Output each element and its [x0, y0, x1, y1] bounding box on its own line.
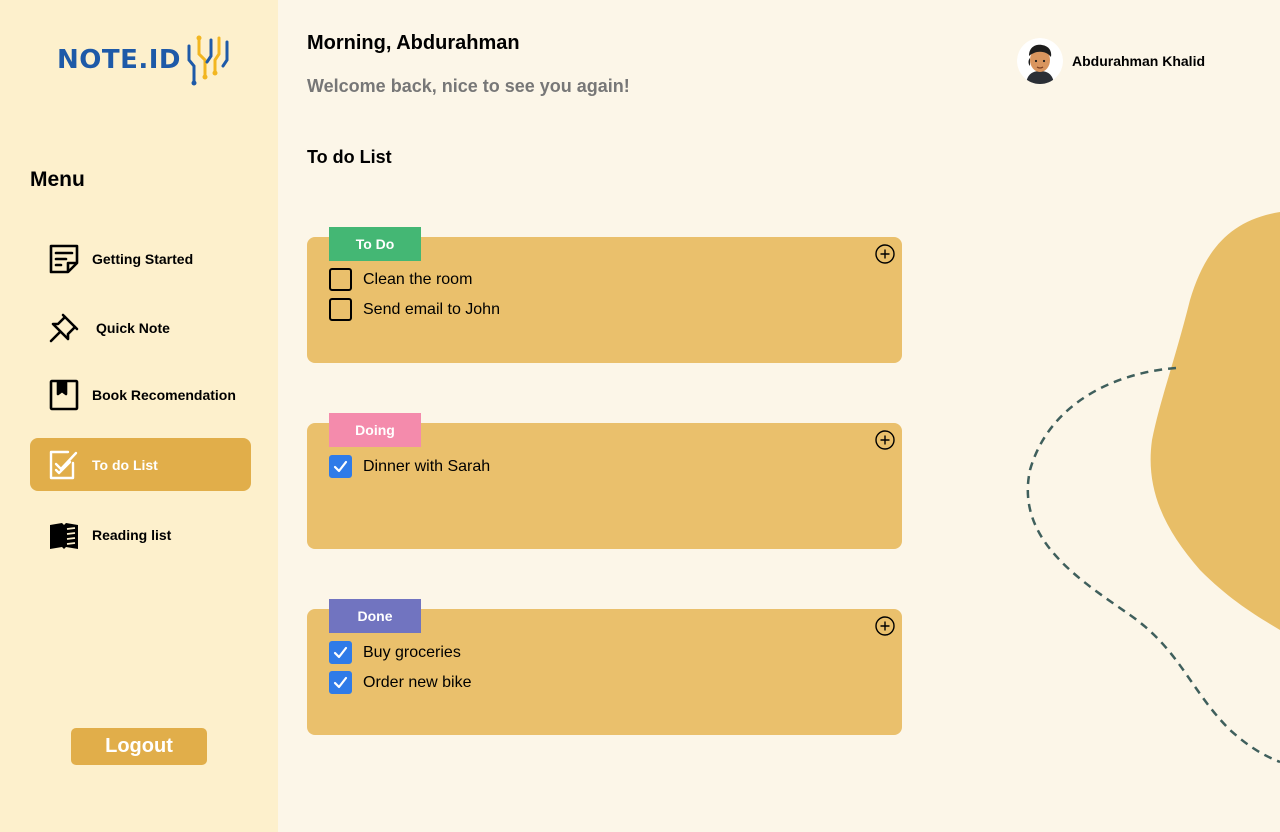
- list-item: Clean the room: [329, 268, 472, 291]
- sidebar-item-quick-note[interactable]: Quick Note: [30, 301, 251, 354]
- task-label: Dinner with Sarah: [363, 457, 491, 475]
- list-item: Dinner with Sarah: [329, 455, 490, 478]
- doing-card: Doing Dinner with Sarah: [307, 413, 902, 549]
- user-name: Abdurahman Khalid: [1072, 53, 1206, 69]
- open-book-icon: [48, 519, 80, 551]
- decor-dashed-line: [1026, 366, 1280, 764]
- sidebar-item-label: Book Recomendation: [92, 386, 236, 403]
- sidebar-item-label: To do List: [92, 456, 158, 473]
- add-task-icon[interactable]: [875, 430, 895, 450]
- greeting-title: Morning, Abdurahman: [307, 32, 520, 54]
- checkmark-icon: [333, 460, 348, 473]
- list-item: Order new bike: [329, 671, 472, 694]
- add-task-icon[interactable]: [875, 616, 895, 636]
- note-icon: [48, 243, 80, 275]
- brand-logo[interactable]: NOTE.ID: [57, 32, 231, 88]
- add-task-icon[interactable]: [875, 244, 895, 264]
- sidebar-item-label: Quick Note: [96, 319, 170, 336]
- decor-blob: [1150, 212, 1280, 630]
- status-badge: To Do: [329, 227, 421, 261]
- user-profile[interactable]: Abdurahman Khalid: [1017, 38, 1205, 84]
- logout-button[interactable]: Logout: [71, 728, 207, 765]
- circuit-logo-icon: [187, 35, 229, 86]
- sidebar-item-book-recomendation[interactable]: Book Recomendation: [30, 368, 251, 421]
- sidebar: NOTE.ID Menu Getting Started Quick Note …: [0, 0, 278, 832]
- task-label: Buy groceries: [363, 643, 461, 661]
- status-badge: Doing: [329, 413, 421, 447]
- task-checkbox[interactable]: [329, 671, 352, 694]
- sidebar-item-getting-started[interactable]: Getting Started: [30, 232, 251, 285]
- task-checkbox[interactable]: [329, 455, 352, 478]
- task-checkbox[interactable]: [329, 268, 352, 291]
- status-badge: Done: [329, 599, 421, 633]
- list-item: Buy groceries: [329, 641, 461, 664]
- pin-icon: [48, 312, 80, 344]
- task-label: Clean the room: [363, 270, 473, 288]
- checkmark-icon: [333, 676, 348, 689]
- todo-card: To Do Clean the room Send email to John: [307, 227, 902, 363]
- sidebar-item-label: Getting Started: [92, 250, 194, 267]
- brand-name: NOTE.ID: [57, 45, 181, 75]
- task-label: Order new bike: [363, 673, 472, 691]
- avatar[interactable]: [1017, 38, 1063, 84]
- list-item: Send email to John: [329, 298, 500, 321]
- welcome-subtitle: Welcome back, nice to see you again!: [307, 76, 630, 96]
- task-checkbox[interactable]: [329, 298, 352, 321]
- menu-title: Menu: [30, 168, 85, 191]
- checkmark-icon: [333, 646, 348, 659]
- page-title: To do List: [307, 147, 392, 167]
- task-checkbox[interactable]: [329, 641, 352, 664]
- sidebar-item-reading-list[interactable]: Reading list: [30, 508, 251, 561]
- sidebar-item-to-do-list[interactable]: To do List: [30, 438, 251, 491]
- checklist-icon: [48, 449, 80, 481]
- bookmark-icon: [48, 379, 80, 411]
- task-label: Send email to John: [363, 300, 500, 318]
- sidebar-item-label: Reading list: [92, 526, 172, 543]
- done-card: Done Buy groceries Order new bike: [307, 599, 902, 735]
